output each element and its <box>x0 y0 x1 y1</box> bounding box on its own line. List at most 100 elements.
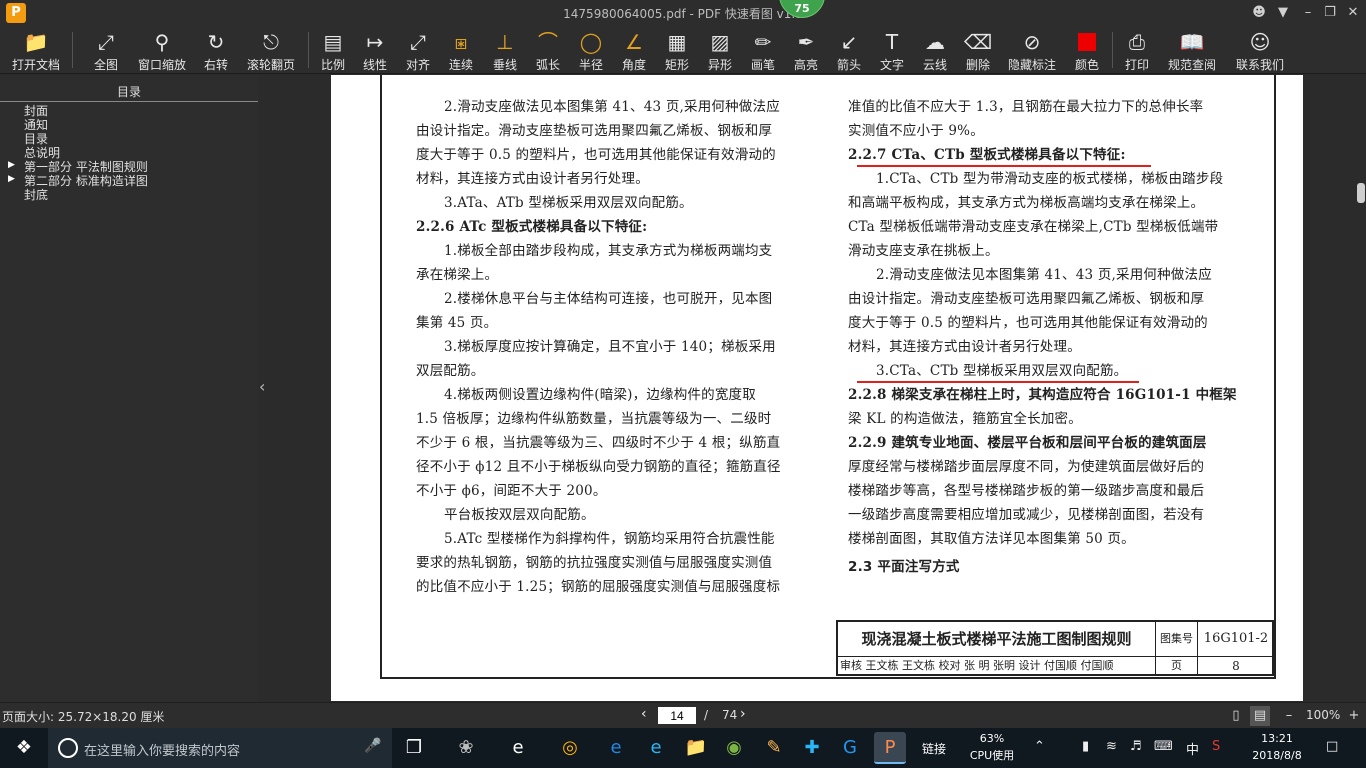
cpu-usage[interactable]: 63% CPU使用 <box>966 730 1018 764</box>
user-icon[interactable]: ☻ <box>1250 4 1268 22</box>
linear-button[interactable]: ↦ 线性 <box>358 28 392 72</box>
text-line: 由设计指定。滑动支座垫板可选用聚四氟乙烯板、钢板和厚 <box>848 291 1205 307</box>
irregular-button[interactable]: ▨ 异形 <box>703 28 737 72</box>
clock-time: 13:21 <box>1261 732 1293 745</box>
text-line: 和高端平板构成，其支承方式为梯板高端均支承在梯梁上。 <box>848 195 1205 211</box>
rectangle-button[interactable]: ▦ 矩形 <box>660 28 694 72</box>
text-line: 2.楼梯休息平台与主体结构可连接，也可脱开，见本图 <box>444 291 773 307</box>
spec-query-button[interactable]: 📖 规范查阅 <box>1164 28 1220 72</box>
toc-title: 目录 <box>116 85 141 99</box>
highlight-button[interactable]: ✒ 高亮 <box>789 28 823 72</box>
file-explorer-icon[interactable]: 📁 <box>680 732 712 764</box>
angle-button[interactable]: ∠ 角度 <box>617 28 651 72</box>
brush-button[interactable]: ✏ 画笔 <box>746 28 780 72</box>
text-line: 由设计指定。滑动支座垫板可选用聚四氟乙烯板、钢板和厚 <box>416 123 773 139</box>
internet-explorer-icon[interactable]: e <box>640 732 672 764</box>
text-button[interactable]: T 文字 <box>875 28 909 72</box>
wifi-icon[interactable]: ≋ <box>1106 739 1117 754</box>
page-number-input[interactable] <box>658 707 696 724</box>
single-page-icon[interactable]: ▤ <box>1250 706 1270 726</box>
mouse-icon: ⎋ <box>263 30 279 54</box>
menu-dropdown-icon[interactable]: ▼ <box>1274 4 1292 22</box>
continuous-button[interactable]: ⧆ 连续 <box>444 28 478 72</box>
perpendicular-button[interactable]: ⊥ 垂线 <box>488 28 522 72</box>
taskbar-search[interactable]: 在这里输入你要搜索的内容 🎤 <box>48 728 392 768</box>
eraser-icon: ⌫ <box>963 30 993 54</box>
text-line: 2.2.7 CTa、CTb 型板式楼梯具备以下特征: <box>848 147 1126 163</box>
fit-all-button[interactable]: ⤢ 全图 <box>88 28 124 72</box>
toc-item[interactable]: 封底 <box>24 186 48 203</box>
double-page-icon[interactable]: ▯ <box>1226 706 1246 726</box>
ie-edge-icon[interactable]: e <box>502 732 534 764</box>
zoom-in-button[interactable]: + <box>1344 706 1364 726</box>
chevron-up-icon[interactable]: ⌃ <box>1034 739 1045 754</box>
app-fan-icon[interactable]: ❀ <box>450 732 482 764</box>
window-title: 1475980064005.pdf - PDF 快速看图 v1.9 <box>563 7 803 21</box>
color-button[interactable]: 颜色 <box>1070 28 1104 72</box>
eye-slash-icon: ⊘ <box>1023 30 1041 54</box>
rotate-icon: ↻ <box>207 30 225 54</box>
battery-icon[interactable]: ▮ <box>1082 739 1089 754</box>
cloud-line-button[interactable]: ☁ 云线 <box>918 28 952 72</box>
volume-icon[interactable]: ♬ <box>1130 739 1142 754</box>
tray-link-text[interactable]: 链接 <box>922 740 946 757</box>
sogou-ime-icon[interactable]: S <box>1212 739 1220 754</box>
arrow-button[interactable]: ↙ 箭头 <box>832 28 866 72</box>
edge-browser-icon[interactable]: e <box>600 732 632 764</box>
ime-indicator[interactable]: 中 <box>1186 739 1199 758</box>
app-g-icon[interactable]: G <box>834 732 866 764</box>
cpu-label: CPU使用 <box>969 749 1015 762</box>
keyboard-icon[interactable]: ⌨ <box>1154 739 1173 754</box>
notes-app-icon[interactable]: ✎ <box>758 732 790 764</box>
hide-marks-button[interactable]: ⊘ 隐藏标注 <box>1006 28 1058 72</box>
toolbar-divider <box>308 32 309 68</box>
user-icon: ☺ <box>1249 30 1271 54</box>
text-line: 1.5 倍板厚；边缘构件纵筋数量，当抗震等级为一、二级时 <box>416 411 772 427</box>
open-doc-button[interactable]: 📁 打开文档 <box>8 28 64 72</box>
toc-sidebar: 目录 封面 通知 目录 总说明 ▶ 第一部分 平法制图规则 ▶ 第二部分 标准构… <box>0 75 258 702</box>
irregular-icon: ▨ <box>710 30 730 54</box>
notification-icon[interactable]: □ <box>1326 739 1338 754</box>
rotate-right-button[interactable]: ↻ 右转 <box>198 28 234 72</box>
app-notify-icon[interactable]: ◎ <box>554 732 586 764</box>
vertical-scrollbar[interactable] <box>1356 75 1366 702</box>
print-button[interactable]: ⎙ 打印 <box>1120 28 1154 72</box>
close-button[interactable]: ✕ <box>1344 4 1362 22</box>
red-underline-annotation[interactable] <box>857 381 1139 383</box>
pdf-viewer-taskbar-icon[interactable]: P <box>874 732 906 764</box>
radius-button[interactable]: ◯ 半径 <box>574 28 608 72</box>
app-window: P 1475980064005.pdf - PDF 快速看图 v1.9 75 ☻… <box>0 0 1366 768</box>
zoom-out-button[interactable]: – <box>1279 706 1299 726</box>
text-line: 的比值不应小于 1.25；钢筋的屈服强度实测值与屈服强度标 <box>416 579 781 595</box>
maximize-button[interactable]: ❐ <box>1321 4 1339 22</box>
red-underline-annotation[interactable] <box>857 165 1151 167</box>
window-zoom-button[interactable]: ⚲ 窗口缩放 <box>136 28 188 72</box>
scrollbar-thumb[interactable] <box>1357 183 1365 203</box>
prev-page-button[interactable]: ‹ <box>641 706 647 722</box>
document-view[interactable]: 2.滑动支座做法见本图集第 41、43 页,采用何种做法应 由设计指定。滑动支座垫… <box>270 75 1356 702</box>
wheel-page-button[interactable]: ⎋ 滚轮翻页 <box>244 28 298 72</box>
align-button[interactable]: ⤢ 对齐 <box>401 28 435 72</box>
arc-length-button[interactable]: ⌒ 弧长 <box>531 28 565 72</box>
text-line: 1.梯板全部由踏步段构成，其支承方式为梯板两端均支 <box>444 243 773 259</box>
next-page-button[interactable]: › <box>740 706 746 722</box>
expand-arrow-icon[interactable]: ▶ <box>8 160 15 170</box>
minimize-button[interactable]: – <box>1299 4 1317 22</box>
chevron-left-icon: ‹ <box>259 377 266 396</box>
rectangle-icon: ▦ <box>667 30 687 54</box>
windows-start-icon[interactable]: ❖ <box>0 728 48 768</box>
continuous-icon: ⧆ <box>454 30 468 54</box>
contact-button[interactable]: ☺ 联系我们 <box>1232 28 1288 72</box>
sidebar-collapse-button[interactable]: ‹ <box>258 75 270 702</box>
browser-360-icon[interactable]: ◉ <box>718 732 750 764</box>
expand-arrow-icon[interactable]: ▶ <box>8 174 15 184</box>
delete-button[interactable]: ⌫ 删除 <box>961 28 995 72</box>
taskbar-clock[interactable]: 13:21 2018/8/8 <box>1244 730 1310 764</box>
app-plus-icon[interactable]: ✚ <box>796 732 828 764</box>
microphone-icon[interactable]: 🎤 <box>364 738 381 754</box>
task-view-icon[interactable]: ❐ <box>398 732 430 764</box>
page-number: 8 <box>1232 659 1240 673</box>
ruler-icon: ▤ <box>323 30 343 54</box>
scale-button[interactable]: ▤ 比例 <box>316 28 350 72</box>
cpu-percent: 63% <box>979 732 1005 745</box>
